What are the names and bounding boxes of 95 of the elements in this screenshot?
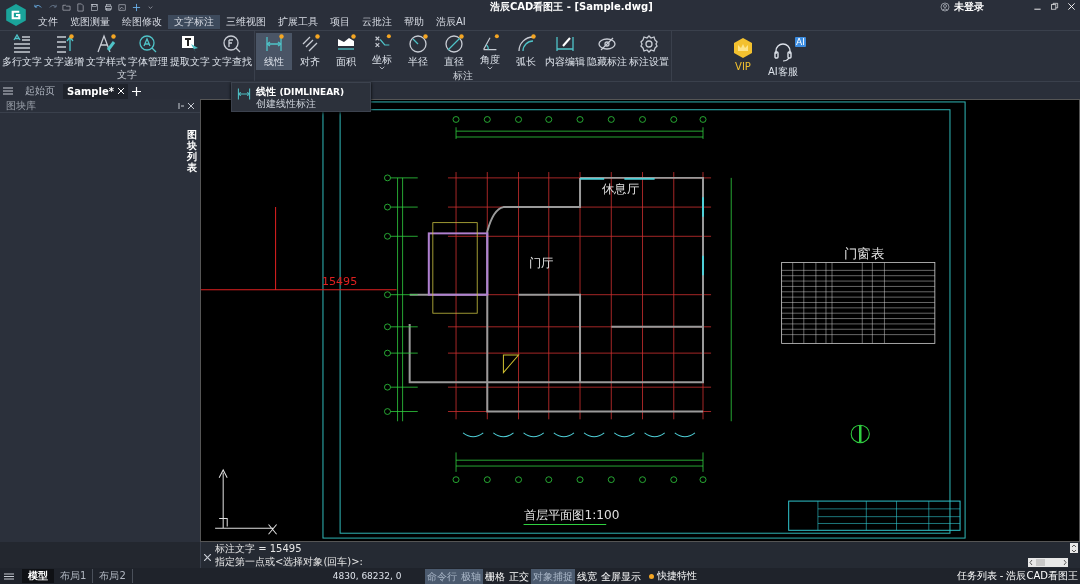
- add-tab-icon[interactable]: [131, 86, 141, 96]
- increment-icon: [54, 34, 74, 54]
- status-toggle[interactable]: 正交: [506, 568, 531, 584]
- layout-tab[interactable]: 布局1: [54, 569, 94, 583]
- linear-dimension-icon: [236, 86, 252, 102]
- ribbon-button[interactable]: 坐标: [364, 33, 400, 70]
- radius-icon: [408, 34, 428, 54]
- status-toggle[interactable]: 对象捕捉: [530, 568, 575, 584]
- vip-button[interactable]: VIP: [732, 37, 754, 81]
- new-file-icon[interactable]: [76, 2, 85, 12]
- search-icon: [222, 34, 242, 54]
- ucs-icon: [214, 469, 278, 535]
- ribbon-button[interactable]: 标注设置: [628, 33, 670, 70]
- room-label: 门厅: [528, 256, 554, 271]
- task-list-label[interactable]: 任务列表 - 浩辰CAD看图王: [956, 569, 1078, 583]
- panel-title: 图块库: [6, 98, 37, 113]
- horizontal-scrollbar[interactable]: [1028, 558, 1068, 567]
- move-icon[interactable]: [132, 2, 141, 12]
- table-title: 门窗表: [844, 245, 884, 261]
- login-status[interactable]: 未登录: [954, 0, 984, 14]
- window-title: 浩辰CAD看图王 - [Sample.dwg]: [490, 0, 653, 14]
- ribbon-button[interactable]: 面积: [328, 33, 364, 70]
- pin-icon[interactable]: [178, 102, 184, 109]
- menu-item[interactable]: 云批注: [356, 14, 398, 29]
- document-tab[interactable]: Sample*: [63, 83, 128, 99]
- edit-dimension-icon: [555, 34, 575, 54]
- pen-letter-icon: [96, 34, 116, 54]
- group-label: 标注: [452, 70, 474, 82]
- linear-dimension-icon: [264, 34, 284, 54]
- ribbon-button[interactable]: 文字样式: [85, 33, 127, 69]
- document-tab[interactable]: 起始页: [21, 83, 59, 99]
- drawing-title: 首层平面图1:100: [523, 507, 620, 522]
- ribbon-button[interactable]: 对齐: [292, 33, 328, 70]
- command-history: 标注文字 = 15495: [215, 542, 302, 555]
- menu-item[interactable]: 扩展工具: [272, 14, 324, 29]
- layout-tab[interactable]: 模型: [22, 569, 54, 583]
- support-button[interactable]: AI AI客服: [768, 37, 806, 81]
- folder-icon[interactable]: [62, 2, 71, 12]
- ribbon-button[interactable]: 弧长: [508, 33, 544, 70]
- room-label: 休息厅: [602, 182, 639, 197]
- close-icon[interactable]: [188, 102, 194, 109]
- menu-item[interactable]: 项目: [324, 14, 356, 29]
- headset-icon: [771, 41, 794, 63]
- menu-item[interactable]: 浩辰AI: [430, 14, 472, 29]
- ribbon-button[interactable]: 文字查找: [211, 33, 253, 69]
- menu-item[interactable]: 三维视图: [220, 14, 272, 29]
- app-logo: [4, 3, 28, 27]
- status-toggle[interactable]: 线宽: [574, 568, 599, 584]
- menu-item[interactable]: 文字标注: [168, 14, 220, 29]
- command-prompt[interactable]: 指定第一点或<选择对象(回车)>:: [215, 555, 363, 568]
- ribbon-button[interactable]: 线性: [256, 33, 292, 70]
- arc-length-icon: [516, 34, 536, 54]
- group-label: 文字: [116, 69, 138, 81]
- angle-icon: [480, 34, 500, 53]
- save-icon[interactable]: [90, 2, 99, 12]
- image-icon[interactable]: [118, 2, 127, 12]
- caret-icon[interactable]: [487, 66, 493, 70]
- menu-item[interactable]: 文件: [32, 14, 64, 29]
- aligned-dimension-icon: [300, 34, 320, 54]
- layout-tab[interactable]: 布局2: [93, 569, 133, 583]
- status-toggle[interactable]: 极轴: [458, 568, 483, 584]
- caret-icon[interactable]: [379, 66, 385, 70]
- menu-item[interactable]: 绘图修改: [116, 14, 168, 29]
- ribbon-button[interactable]: 文字递增: [43, 33, 85, 69]
- printer-icon[interactable]: [104, 2, 113, 12]
- restore-icon[interactable]: [1050, 2, 1059, 11]
- ribbon-button[interactable]: 提取文字: [169, 33, 211, 69]
- side-tab[interactable]: 图块列表: [187, 129, 197, 173]
- menu-icon[interactable]: [4, 572, 14, 580]
- status-toggle[interactable]: 栅格: [482, 568, 507, 584]
- close-icon[interactable]: [204, 554, 211, 561]
- diameter-icon: [444, 34, 464, 54]
- tooltip-title: 线性 (DIMLINEAR): [256, 86, 345, 98]
- crown-icon: [732, 37, 754, 59]
- menu-item[interactable]: 览图测量: [64, 14, 116, 29]
- scroll-arrows-icon[interactable]: [1070, 543, 1078, 553]
- ribbon-button[interactable]: 内容编辑: [544, 33, 586, 70]
- coordinates: 4830, 68232, 0: [332, 571, 403, 581]
- dimension-text: 15495: [321, 275, 358, 288]
- ribbon-button[interactable]: 直径: [436, 33, 472, 70]
- quick-properties-toggle[interactable]: 快捷特性: [648, 569, 697, 583]
- menu-item[interactable]: 帮助: [398, 14, 430, 29]
- user-icon[interactable]: [940, 2, 950, 12]
- status-toggle[interactable]: 全屏显示: [598, 568, 643, 584]
- tooltip-description: 创建线性标注: [256, 98, 317, 110]
- ribbon-button[interactable]: 隐藏标注: [586, 33, 628, 70]
- paragraph-icon: [12, 34, 32, 54]
- ribbon-button[interactable]: 角度: [472, 33, 508, 70]
- ribbon-button[interactable]: 半径: [400, 33, 436, 70]
- status-toggle[interactable]: 命令行: [424, 568, 459, 584]
- settings-icon: [639, 34, 659, 54]
- ribbon-button[interactable]: 字体管理: [127, 33, 169, 69]
- ai-badge: AI: [795, 37, 806, 47]
- ribbon-button[interactable]: 多行文字: [1, 33, 43, 69]
- font-search-icon: [138, 34, 158, 54]
